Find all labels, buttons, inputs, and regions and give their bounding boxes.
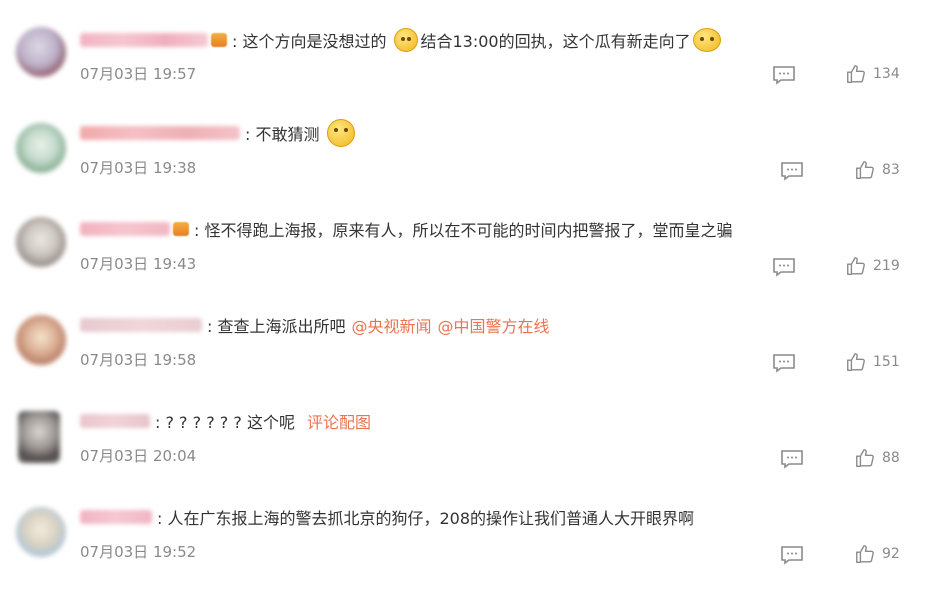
comment-button[interactable] — [772, 257, 796, 277]
timestamp: 07月03日 19:58 — [80, 351, 197, 369]
username[interactable] — [80, 318, 202, 332]
comment-item: : 怪不得跑上海报，原来有人，所以在不可能的时间内把警报了，堂而皇之骗 07月0… — [0, 217, 935, 313]
username[interactable] — [80, 414, 150, 428]
comment-item: : 人在广东报上海的警去抓北京的狗仔，208的操作让我们普通人大开眼界啊 07月… — [0, 505, 935, 601]
avatar[interactable] — [16, 27, 66, 77]
thumbs-up-icon — [847, 65, 865, 83]
emoji-icon — [394, 28, 419, 52]
timestamp: 07月03日 19:52 — [80, 543, 197, 561]
comment-text-line: : 查查上海派出所吧 @央视新闻 @中国警方在线 — [80, 313, 550, 337]
comment-text: : 不敢猜测 — [245, 125, 320, 144]
comment-button[interactable] — [780, 161, 804, 181]
crown-badge-icon — [173, 222, 189, 236]
comment-icon — [781, 546, 803, 565]
emoji-icon — [327, 119, 356, 147]
comment-item: : ? ? ? ? ? ? 这个呢 评论配图 07月03日 20:04 88 — [0, 409, 935, 505]
timestamp: 07月03日 19:57 — [80, 65, 197, 83]
comment-button[interactable] — [780, 449, 804, 469]
comment-icon — [773, 354, 795, 373]
timestamp: 07月03日 20:04 — [80, 447, 197, 465]
comment-text-line: : 人在广东报上海的警去抓北京的狗仔，208的操作让我们普通人大开眼界啊 — [80, 505, 700, 529]
comment-button[interactable] — [772, 353, 796, 373]
comment-item: : 查查上海派出所吧 @央视新闻 @中国警方在线 07月03日 19:58 15… — [0, 313, 935, 409]
like-count: 88 — [882, 450, 900, 466]
username[interactable] — [80, 510, 152, 524]
like-count: 92 — [882, 546, 900, 562]
username[interactable] — [80, 33, 208, 47]
comment-text: : 查查上海派出所吧 — [207, 317, 346, 336]
like-count: 151 — [873, 354, 900, 370]
comment-item: : 这个方向是没想过的 结合13:00的回执，这个瓜有新走向了 07月03日 1… — [0, 25, 935, 121]
like-button[interactable]: 151 — [845, 351, 900, 373]
mention-link[interactable]: @中国警方在线 — [438, 313, 550, 337]
comment-text: : 怪不得跑上海报，原来有人，所以在不可能的时间内把警报了，堂而皇之骗 — [194, 221, 733, 240]
like-button[interactable]: 134 — [845, 63, 900, 85]
comment-text-line: : 不敢猜测 — [80, 119, 357, 147]
thumbs-up-icon — [847, 257, 865, 275]
comment-text: : ? ? ? ? ? ? 这个呢 — [155, 413, 295, 432]
comment-item: : 不敢猜测 07月03日 19:38 83 — [0, 119, 935, 217]
comment-icon — [781, 162, 803, 181]
view-image-link[interactable]: 评论配图 — [307, 409, 371, 433]
comment-button[interactable] — [780, 545, 804, 565]
comment-text-line: : ? ? ? ? ? ? 这个呢 评论配图 — [80, 409, 371, 433]
comment-text-line: : 这个方向是没想过的 结合13:00的回执，这个瓜有新走向了 — [80, 28, 723, 52]
comment-text: 结合13:00的回执，这个瓜有新走向了 — [420, 32, 691, 51]
comment-button[interactable] — [772, 65, 796, 85]
thumbs-up-icon — [856, 545, 874, 563]
timestamp: 07月03日 19:43 — [80, 255, 197, 273]
avatar[interactable] — [16, 507, 66, 557]
like-count: 134 — [873, 66, 900, 82]
mention-link[interactable]: @央视新闻 — [351, 313, 431, 337]
like-button[interactable]: 92 — [854, 543, 900, 565]
comment-text: : 人在广东报上海的警去抓北京的狗仔，208的操作让我们普通人大开眼界啊 — [157, 509, 695, 528]
thumbs-up-icon — [856, 449, 874, 467]
comment-icon — [781, 450, 803, 469]
comment-text-line: : 怪不得跑上海报，原来有人，所以在不可能的时间内把警报了，堂而皇之骗 — [80, 217, 738, 241]
avatar[interactable] — [16, 123, 66, 173]
username[interactable] — [80, 126, 240, 140]
emoji-icon — [692, 28, 721, 52]
avatar[interactable] — [16, 315, 66, 365]
like-count: 83 — [882, 162, 900, 178]
avatar[interactable] — [18, 411, 60, 463]
thumbs-up-icon — [847, 353, 865, 371]
like-count: 219 — [873, 258, 900, 274]
username[interactable] — [80, 222, 170, 236]
comment-icon — [773, 66, 795, 85]
like-button[interactable]: 83 — [854, 159, 900, 181]
crown-badge-icon — [211, 33, 227, 47]
like-button[interactable]: 88 — [854, 447, 900, 469]
timestamp: 07月03日 19:38 — [80, 159, 197, 177]
avatar[interactable] — [16, 217, 66, 267]
comment-text: : 这个方向是没想过的 — [232, 32, 387, 51]
thumbs-up-icon — [856, 161, 874, 179]
like-button[interactable]: 219 — [845, 255, 900, 277]
comment-icon — [773, 258, 795, 277]
